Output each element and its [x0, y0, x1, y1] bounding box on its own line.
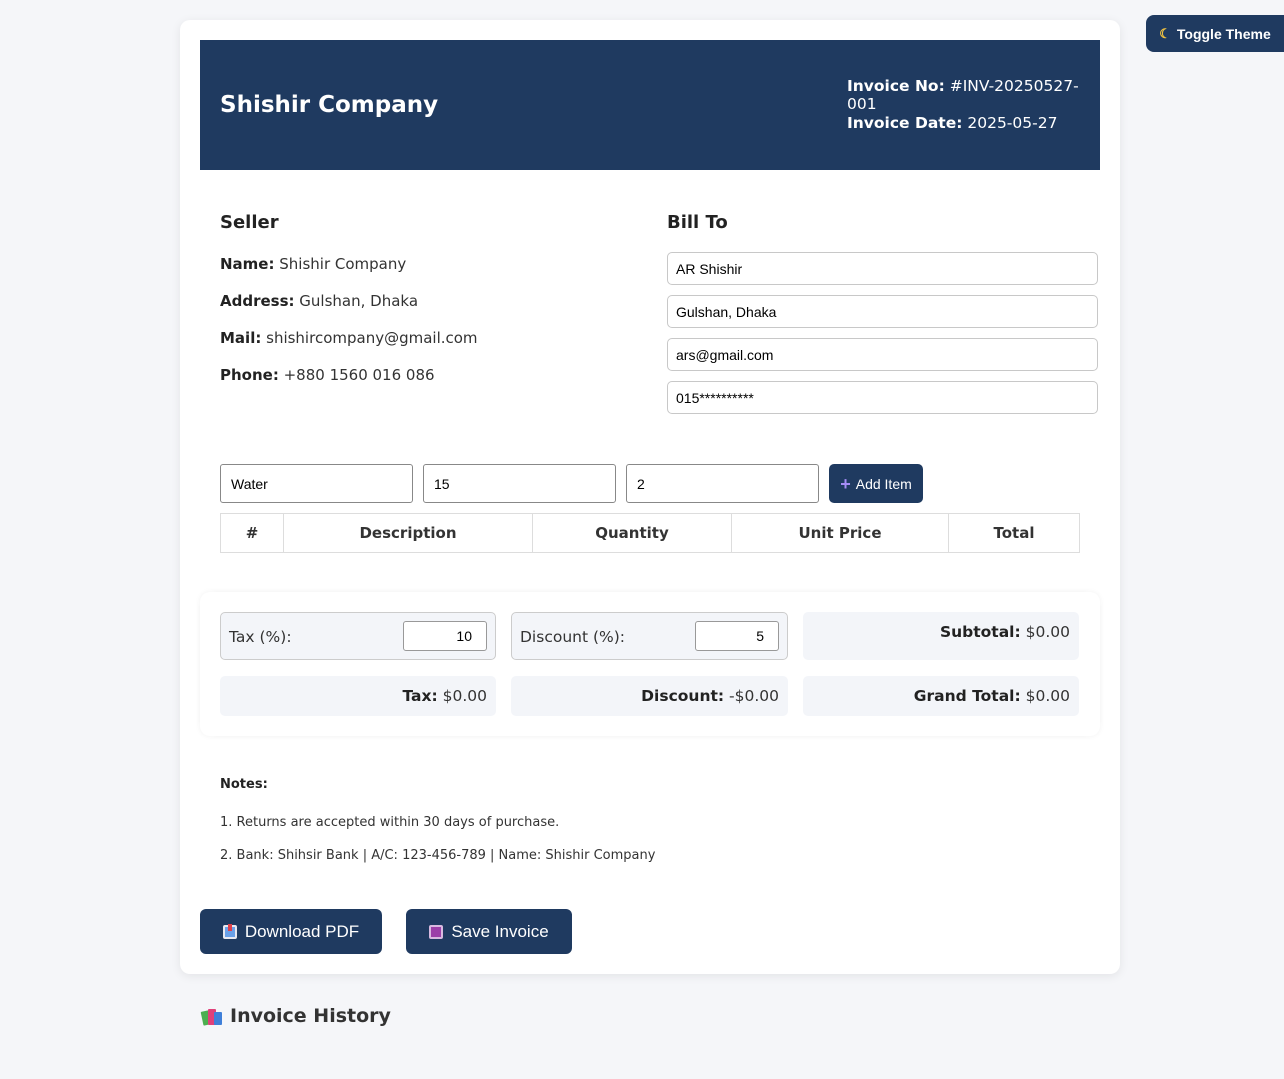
tax-rate-cell: Tax (%): 10 [220, 612, 496, 660]
invoice-number-label: Invoice No: [847, 77, 945, 95]
item-unit-price-input[interactable]: 2 [626, 464, 819, 503]
discount-rate-input[interactable]: 5 [695, 621, 779, 651]
grand-total-cell: Grand Total: $0.00 [803, 676, 1079, 716]
item-quantity-input[interactable]: 15 [423, 464, 616, 503]
moon-icon: ☾ [1159, 25, 1171, 41]
discount-rate-cell: Discount (%): 5 [511, 612, 788, 660]
column-header-total: Total [948, 513, 1080, 553]
subtotal: Subtotal: $0.00 [940, 623, 1070, 641]
note-line-bank: 2. Bank: Shihsir Bank | A/C: 123-456-789… [220, 848, 656, 863]
invoice-date-value: 2025-05-27 [967, 114, 1058, 132]
toggle-theme-label: Toggle Theme [1176, 25, 1271, 42]
download-pdf-button[interactable]: Download PDF [200, 909, 382, 954]
discount-amount-value: -$0.00 [729, 687, 779, 705]
invoice-card: Shishir Company Invoice No: #INV-2025052… [180, 20, 1120, 974]
items-table: # Description Quantity Unit Price Total [220, 513, 1080, 553]
tax-amount-cell: Tax: $0.00 [220, 676, 496, 716]
grand-total: Grand Total: $0.00 [914, 687, 1070, 705]
add-item-label: Add Item [855, 475, 912, 492]
invoice-history-label: Invoice History [230, 1005, 391, 1027]
seller-name-label: Name: [220, 255, 275, 273]
seller-name: Name: Shishir Company [220, 255, 406, 273]
seller-address-value: Gulshan, Dhaka [299, 292, 419, 310]
items-table-header-row: # Description Quantity Unit Price Total [220, 513, 1080, 553]
discount-amount-cell: Discount: -$0.00 [511, 676, 788, 716]
books-icon [200, 1007, 222, 1026]
company-name: Shishir Company [220, 92, 439, 118]
invoice-history-title: Invoice History [200, 1005, 391, 1027]
download-pdf-label: Download PDF [244, 921, 360, 941]
tax-amount: Tax: $0.00 [402, 687, 487, 705]
seller-mail-label: Mail: [220, 329, 262, 347]
seller-mail: Mail: shishircompany@gmail.com [220, 329, 478, 347]
seller-address-label: Address: [220, 292, 295, 310]
subtotal-value: $0.00 [1025, 623, 1070, 641]
bill-to-phone-input[interactable]: 015********** [667, 381, 1098, 414]
note-line-returns: 1. Returns are accepted within 30 days o… [220, 815, 560, 830]
seller-mail-value: shishircompany@gmail.com [266, 329, 478, 347]
invoice-date-label: Invoice Date: [847, 114, 963, 132]
bill-to-address-input[interactable]: Gulshan, Dhaka [667, 295, 1098, 328]
discount-amount: Discount: -$0.00 [641, 687, 779, 705]
seller-address: Address: Gulshan, Dhaka [220, 292, 418, 310]
invoice-header: Shishir Company Invoice No: #INV-2025052… [200, 40, 1100, 170]
seller-title: Seller [220, 212, 279, 233]
tax-rate-input[interactable]: 10 [403, 621, 487, 651]
discount-amount-label: Discount: [641, 687, 725, 705]
add-item-button[interactable]: + Add Item [829, 464, 923, 503]
seller-phone-label: Phone: [220, 366, 279, 384]
toggle-theme-button[interactable]: ☾ Toggle Theme [1146, 15, 1284, 52]
column-header-description: Description [283, 513, 533, 553]
tax-amount-value: $0.00 [442, 687, 487, 705]
floppy-disk-icon [429, 924, 444, 939]
item-description-input[interactable]: Water [220, 464, 413, 503]
column-header-quantity: Quantity [532, 513, 732, 553]
subtotal-label: Subtotal: [939, 623, 1021, 641]
column-header-unit-price: Unit Price [731, 513, 949, 553]
column-header-number: # [220, 513, 284, 553]
tax-rate-label: Tax (%): [229, 628, 292, 646]
notes-title: Notes: [220, 777, 268, 792]
invoice-date: Invoice Date: 2025-05-27 [847, 114, 1057, 132]
grand-total-label: Grand Total: [913, 687, 1021, 705]
tax-amount-label: Tax: [402, 687, 438, 705]
totals-panel: Tax (%): 10 Discount (%): 5 Subtotal: $0… [200, 592, 1100, 736]
seller-phone-value: +880 1560 016 086 [283, 366, 435, 384]
bill-to-name-input[interactable]: AR Shishir [667, 252, 1098, 285]
download-icon [222, 923, 237, 939]
discount-rate-label: Discount (%): [520, 628, 626, 646]
save-invoice-label: Save Invoice [451, 921, 549, 941]
bill-to-title: Bill To [667, 212, 728, 233]
seller-phone: Phone: +880 1560 016 086 [220, 366, 435, 384]
seller-name-value: Shishir Company [279, 255, 407, 273]
grand-total-value: $0.00 [1025, 687, 1070, 705]
save-invoice-button[interactable]: Save Invoice [406, 909, 572, 954]
invoice-number: Invoice No: #INV-20250527-001 [847, 77, 1100, 113]
plus-icon: + [840, 473, 851, 494]
subtotal-cell: Subtotal: $0.00 [803, 612, 1079, 660]
bill-to-email-input[interactable]: ars@gmail.com [667, 338, 1098, 371]
